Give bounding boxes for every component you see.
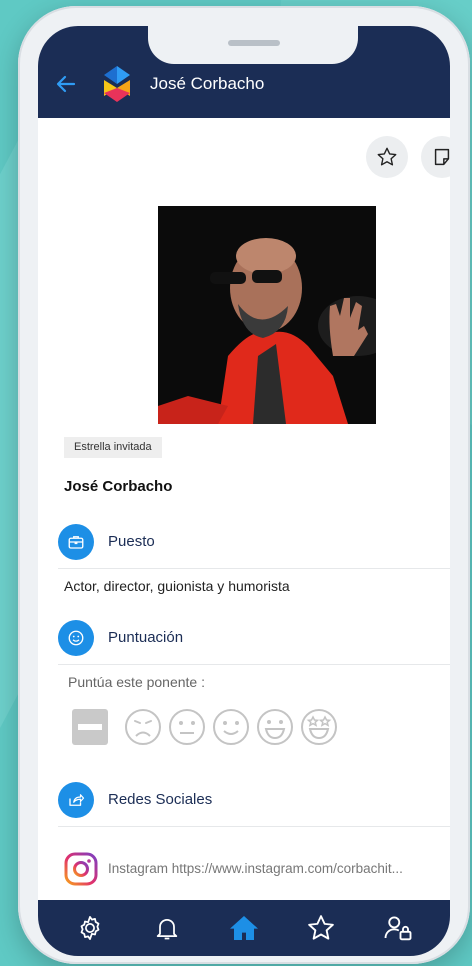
app-screen: José Corbacho Estrella invitada José Cor… xyxy=(38,26,450,956)
sticky-note-icon xyxy=(434,148,450,166)
app-logo-icon xyxy=(104,66,130,102)
tab-account[interactable] xyxy=(378,908,418,948)
happy-face-icon[interactable] xyxy=(256,708,294,746)
rating-options xyxy=(72,706,338,748)
no-rating-button[interactable] xyxy=(72,709,108,745)
section-rating-label: Puntuación xyxy=(108,629,184,646)
section-position-label: Puesto xyxy=(108,533,155,550)
tab-settings[interactable] xyxy=(70,908,110,948)
divider xyxy=(58,826,450,827)
star-icon xyxy=(307,915,334,940)
settings-icon xyxy=(80,916,100,940)
back-arrow-icon[interactable] xyxy=(54,72,78,96)
very-sad-face-icon[interactable] xyxy=(124,708,162,746)
phone-notch xyxy=(148,26,358,64)
smile-face-icon[interactable] xyxy=(212,708,250,746)
instagram-link[interactable]: Instagram https://www.instagram.com/corb… xyxy=(58,850,450,890)
position-value: Actor, director, guionista y humorista xyxy=(64,578,290,594)
divider xyxy=(58,664,450,665)
tab-favorites[interactable] xyxy=(301,908,341,948)
speaker-photo xyxy=(158,206,376,424)
guest-star-badge: Estrella invitada xyxy=(64,437,162,458)
tab-notifications[interactable] xyxy=(147,908,187,948)
star-eyes-face-icon[interactable] xyxy=(300,708,338,746)
favorite-button[interactable] xyxy=(366,136,408,178)
share-icon xyxy=(58,782,94,818)
phone-speaker xyxy=(228,40,280,46)
neutral-face-icon[interactable] xyxy=(168,708,206,746)
user-lock-icon xyxy=(384,916,412,941)
section-social: Redes Sociales xyxy=(58,782,430,818)
home-icon xyxy=(229,916,258,940)
star-outline-icon xyxy=(377,147,397,166)
instagram-link-text: Instagram https://www.instagram.com/corb… xyxy=(108,861,403,876)
divider xyxy=(58,568,450,569)
section-rating: Puntuación xyxy=(58,620,430,656)
rating-prompt: Puntúa este ponente : xyxy=(68,674,205,690)
instagram-icon xyxy=(64,852,98,886)
briefcase-icon xyxy=(58,524,94,560)
portrait-photo xyxy=(158,206,376,424)
section-social-label: Redes Sociales xyxy=(108,791,213,808)
note-button[interactable] xyxy=(421,136,450,178)
tab-home[interactable] xyxy=(224,908,264,948)
phone-frame: José Corbacho Estrella invitada José Cor… xyxy=(18,6,470,964)
section-position: Puesto xyxy=(58,524,430,560)
speaker-name: José Corbacho xyxy=(64,478,173,495)
bottom-tab-bar xyxy=(38,900,450,956)
bell-icon xyxy=(156,918,178,940)
page-title: José Corbacho xyxy=(150,74,265,93)
smiley-icon xyxy=(58,620,94,656)
